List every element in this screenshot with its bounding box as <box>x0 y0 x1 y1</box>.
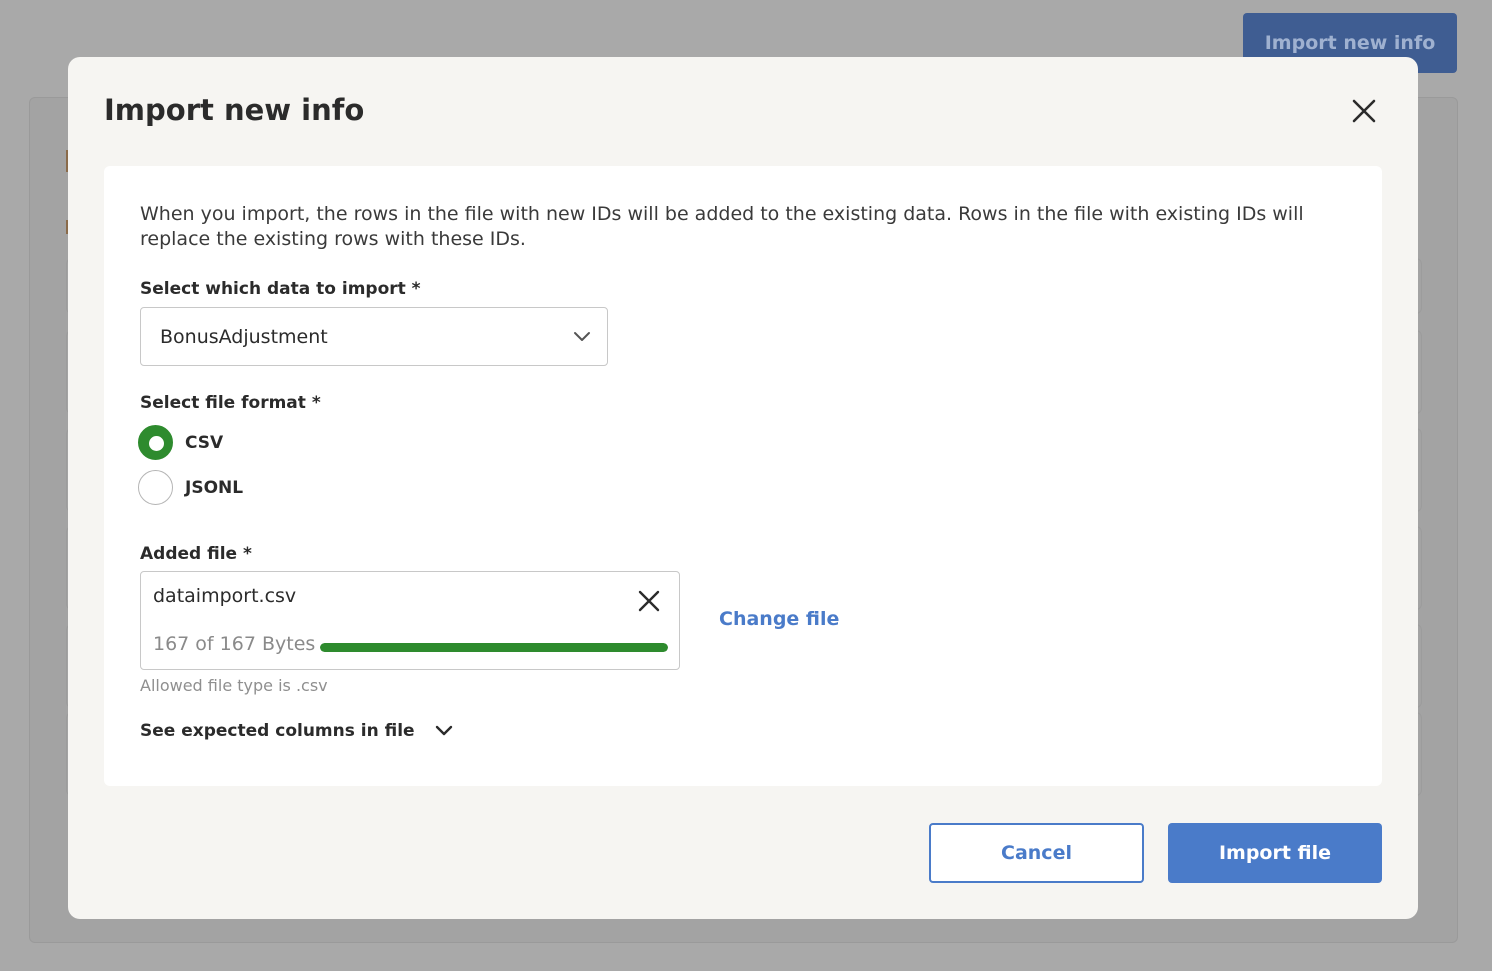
file-upload-box: dataimport.csv 167 of 167 Bytes <box>140 571 680 670</box>
file-type-hint: Allowed file type is .csv <box>140 676 328 695</box>
upload-progress-text: 167 of 167 Bytes <box>153 633 316 655</box>
remove-file-button[interactable] <box>636 588 662 614</box>
data-select-label: Select which data to import * <box>140 279 421 299</box>
modal-title: Import new info <box>104 93 365 127</box>
modal-panel: When you import, the rows in the file wi… <box>104 166 1382 786</box>
data-select[interactable]: BonusAdjustment <box>140 307 608 366</box>
radio-csv[interactable]: CSV <box>138 425 223 460</box>
file-name: dataimport.csv <box>153 585 297 607</box>
import-modal: Import new info When you import, the row… <box>68 57 1418 919</box>
added-file-label: Added file * <box>140 544 252 564</box>
radio-button-unchecked[interactable] <box>138 470 173 505</box>
expected-columns-toggle[interactable]: See expected columns in file <box>140 721 453 741</box>
import-file-button[interactable]: Import file <box>1168 823 1382 883</box>
close-icon <box>638 590 660 612</box>
file-format-label: Select file format * <box>140 393 321 413</box>
upload-progress-fill <box>320 643 668 652</box>
radio-label-jsonl: JSONL <box>185 477 244 498</box>
close-button[interactable] <box>1348 95 1380 127</box>
chevron-down-icon <box>435 725 452 736</box>
chevron-down-icon <box>574 332 590 341</box>
intro-text: When you import, the rows in the file wi… <box>140 203 1304 250</box>
radio-jsonl[interactable]: JSONL <box>138 470 243 505</box>
close-icon <box>1352 99 1376 123</box>
change-file-link[interactable]: Change file <box>719 608 839 630</box>
expected-columns-label: See expected columns in file <box>140 721 415 741</box>
cancel-button[interactable]: Cancel <box>929 823 1144 883</box>
radio-button-checked[interactable] <box>138 425 173 460</box>
upload-progress-bar <box>320 643 668 652</box>
data-select-value: BonusAdjustment <box>160 325 328 348</box>
radio-label-csv: CSV <box>185 432 224 453</box>
